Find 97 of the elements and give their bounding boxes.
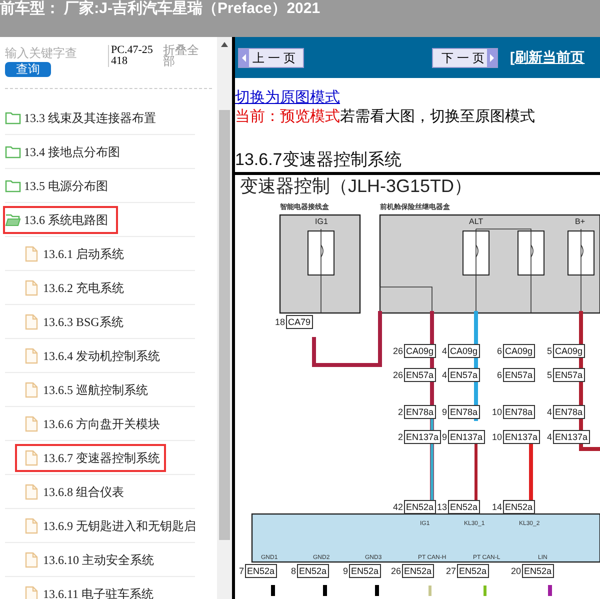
- scrollbar-thumb[interactable]: [219, 110, 230, 540]
- tree-item[interactable]: 13.3 线束及其连接器布置: [3, 104, 166, 132]
- car-model-title: 前车型： 厂家:J-吉利汽车星瑞（Preface）2021: [0, 0, 320, 18]
- document-code: PC.47-25418: [108, 45, 158, 67]
- pin-number: 2: [396, 431, 404, 443]
- connector-label: EN78a: [553, 405, 585, 419]
- document-icon: [24, 552, 40, 568]
- connector-label: EN137a: [448, 430, 485, 444]
- mode-notice: 当前：预览模式若需看大图，切换至原图模式: [235, 107, 536, 126]
- tree-item[interactable]: 13.6.9 无钥匙进入和无钥匙启: [15, 512, 202, 540]
- connector-label: EN78a: [448, 405, 480, 419]
- tree-item[interactable]: 13.6.4 发动机控制系统: [15, 342, 166, 370]
- document-icon: [24, 280, 40, 296]
- tree-item[interactable]: 13.6.5 巡航控制系统: [15, 376, 154, 404]
- pin-number: 14: [490, 501, 503, 513]
- pin-number: 42: [392, 501, 404, 513]
- document-icon: [24, 484, 40, 500]
- document-icon: [24, 348, 40, 364]
- pin-number: 4: [440, 345, 448, 357]
- search-field[interactable]: 输入关键字查: [5, 45, 105, 61]
- document-icon: [24, 382, 40, 398]
- pin-number: 5: [546, 345, 553, 357]
- document-icon: [24, 450, 40, 466]
- connector-label: EN57a: [553, 368, 585, 382]
- connector-label: EN137a: [553, 430, 590, 444]
- pin-number: 10: [490, 431, 503, 443]
- folder-icon: [5, 178, 21, 194]
- pin-number: 26: [392, 345, 404, 357]
- connector-label: EN52a: [402, 564, 434, 578]
- pin-number: 27: [444, 565, 457, 577]
- folder-icon: [5, 144, 21, 160]
- connector-label: EN52a: [349, 564, 381, 578]
- pin-number: 7: [238, 565, 245, 577]
- tree-item[interactable]: 13.6.3 BSG系统: [15, 308, 130, 336]
- switch-mode-link[interactable]: 切换为原图模式: [235, 88, 600, 107]
- previous-page-button[interactable]: 上 一 页: [238, 48, 304, 68]
- connector-label: EN52a: [522, 564, 554, 578]
- pin-number: 6: [496, 369, 503, 381]
- tree-item[interactable]: 13.5 电源分布图: [3, 172, 118, 200]
- connector-label: EN52a: [245, 564, 277, 578]
- tree-item[interactable]: 13.6.8 组合仪表: [15, 478, 130, 506]
- open-folder-icon: [5, 212, 21, 228]
- pin-number: 2: [396, 406, 404, 418]
- pin-number: 20: [510, 565, 522, 577]
- search-button[interactable]: 查询: [5, 62, 51, 77]
- pin-number: 13: [436, 501, 448, 513]
- connector-label: EN57a: [448, 368, 480, 382]
- connector-label: CA09g: [404, 344, 436, 358]
- pin-number: 6: [496, 345, 503, 357]
- connector-label: EN137a: [503, 430, 540, 444]
- tree-item[interactable]: 13.6.11 电子驻车系统: [15, 580, 160, 599]
- pin-number: 9: [440, 406, 448, 418]
- folder-icon: [5, 110, 21, 126]
- scroll-up-icon[interactable]: [221, 42, 228, 47]
- tree-item[interactable]: 13.4 接地点分布图: [3, 138, 130, 166]
- connector-label: CA09g: [448, 344, 480, 358]
- connector-label: EN57a: [503, 368, 535, 382]
- document-icon: [24, 518, 40, 534]
- fuse-label: IG1: [315, 217, 328, 227]
- connector-label: EN52a: [503, 500, 535, 514]
- pin-number: 4: [440, 369, 448, 381]
- document-icon: [24, 416, 40, 432]
- diagram-title: 变速器控制（JLH-3G15TD）: [240, 175, 472, 197]
- pin-number: 5: [546, 369, 553, 381]
- connector-label: CA09g: [503, 344, 535, 358]
- tree-item[interactable]: 13.6.7 变速器控制系统: [15, 444, 166, 472]
- connector-label: EN78a: [503, 405, 535, 419]
- pin-number: 26: [392, 369, 404, 381]
- tree-item[interactable]: 13.6 系统电路图: [3, 206, 118, 234]
- fuse-label: ALT: [469, 217, 484, 227]
- pin-number: 18: [274, 316, 286, 328]
- connector-label: CA79: [286, 315, 313, 329]
- connector-label: EN78a: [404, 405, 436, 419]
- tree-item[interactable]: 13.6.1 启动系统: [15, 240, 130, 268]
- connector-label: EN52a: [297, 564, 329, 578]
- pin-number: 10: [490, 406, 503, 418]
- tree-item[interactable]: 13.6.6 方向盘开关模块: [15, 410, 166, 438]
- pin-number: 4: [546, 406, 553, 418]
- connector-label: EN137a: [404, 430, 441, 444]
- connector-label: CA09g: [553, 344, 585, 358]
- refresh-page-link[interactable]: [刷新当前页: [510, 47, 585, 68]
- section-title: 13.6.7变速器控制系统: [235, 149, 402, 171]
- document-icon: [24, 586, 40, 599]
- connector-label: EN52a: [457, 564, 489, 578]
- pin-number: 26: [390, 565, 402, 577]
- document-icon: [24, 246, 40, 262]
- tree-item[interactable]: 13.6.2 充电系统: [15, 274, 130, 302]
- pin-number: 8: [290, 565, 297, 577]
- pin-number: 9: [342, 565, 349, 577]
- tree-item[interactable]: 13.6.10 主动安全系统: [15, 546, 160, 574]
- next-page-button[interactable]: 下 一 页: [432, 48, 498, 68]
- connector-label: EN57a: [404, 368, 436, 382]
- pin-number: 4: [546, 431, 553, 443]
- fuse-label: B+: [575, 217, 586, 227]
- connector-label: EN52a: [448, 500, 480, 514]
- document-icon: [24, 314, 40, 330]
- connector-label: EN52a: [404, 500, 436, 514]
